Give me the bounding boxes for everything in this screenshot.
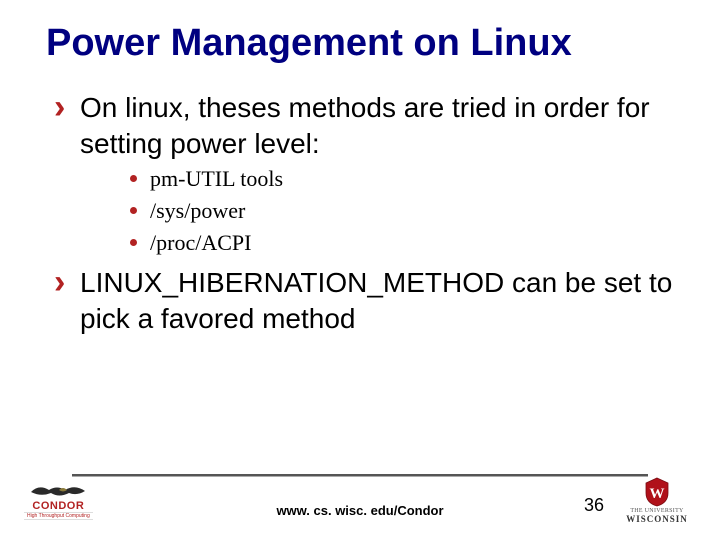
- sub-list: pm-UTIL tools /sys/power /proc/ACPI: [80, 163, 674, 259]
- page-number: 36: [584, 495, 604, 516]
- wisc-line2: WISCONSIN: [612, 514, 702, 524]
- footer: CONDOR High Throughput Computing www. cs…: [0, 474, 720, 530]
- sub-item: pm-UTIL tools: [130, 163, 674, 195]
- wisconsin-logo: W THE UNIVERSITY WISCONSIN: [612, 477, 702, 524]
- slide: Power Management on Linux On linux, thes…: [0, 0, 720, 337]
- footer-rule: [72, 474, 648, 477]
- eagle-icon: [29, 482, 87, 502]
- slide-title: Power Management on Linux: [46, 22, 674, 66]
- bullet-item: On linux, theses methods are tried in or…: [50, 90, 674, 259]
- bullet-text: LINUX_HIBERNATION_METHOD can be set to p…: [80, 267, 672, 334]
- sub-item: /sys/power: [130, 195, 674, 227]
- sub-item: /proc/ACPI: [130, 227, 674, 259]
- svg-text:W: W: [650, 486, 665, 502]
- bullet-item: LINUX_HIBERNATION_METHOD can be set to p…: [50, 265, 674, 337]
- bullet-list: On linux, theses methods are tried in or…: [46, 90, 674, 337]
- crest-icon: W: [644, 477, 670, 507]
- bullet-text: On linux, theses methods are tried in or…: [80, 92, 650, 159]
